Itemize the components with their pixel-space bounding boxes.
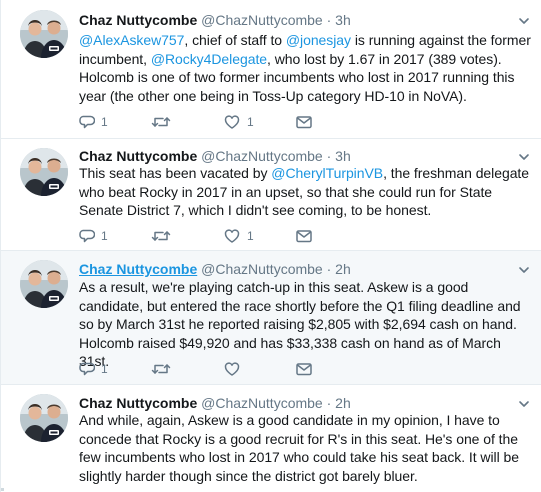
- chevron-down-icon[interactable]: [517, 263, 531, 277]
- tweet[interactable]: Chaz Nuttycombe @ChazNuttycombe · 3h @Al…: [1, 0, 541, 139]
- direct-message-button[interactable]: [295, 227, 313, 245]
- scroll-marker: [1, 488, 4, 491]
- tweet-text: @AlexAskew757, chief of staff to @jonesj…: [79, 31, 534, 105]
- chevron-down-icon[interactable]: [517, 397, 531, 411]
- timestamp[interactable]: 2h: [335, 261, 351, 277]
- retweet-button[interactable]: [151, 227, 177, 245]
- mention-link[interactable]: @Rocky4Delegate: [151, 51, 267, 67]
- tweet-header: Chaz Nuttycombe @ChazNuttycombe · 3h: [79, 147, 351, 165]
- tweet-header: Chaz Nuttycombe @ChazNuttycombe · 2h: [79, 394, 351, 412]
- heart-icon: [223, 114, 241, 130]
- author-handle[interactable]: @ChazNuttycombe: [201, 12, 323, 28]
- tweet-text: This seat has been vacated by @CherylTur…: [79, 164, 534, 220]
- separator-dot: ·: [326, 148, 332, 164]
- like-count: 1: [247, 229, 254, 243]
- avatar[interactable]: [20, 10, 68, 58]
- direct-message-button[interactable]: [295, 113, 313, 131]
- reply-count: 1: [101, 229, 108, 243]
- tweet-header: Chaz Nuttycombe @ChazNuttycombe · 2h: [79, 260, 351, 278]
- tweet[interactable]: Chaz Nuttycombe @ChazNuttycombe · 2h And…: [1, 385, 541, 492]
- reply-count: 1: [101, 362, 108, 376]
- author-name[interactable]: Chaz Nuttycombe: [79, 395, 197, 411]
- like-button[interactable]: 1: [223, 113, 254, 131]
- tweet-text-segment: , chief of staff to: [184, 32, 286, 48]
- chevron-down-icon[interactable]: [517, 150, 531, 164]
- timestamp[interactable]: 3h: [335, 148, 351, 164]
- like-button[interactable]: [223, 360, 247, 378]
- tweet-thread: Chaz Nuttycombe @ChazNuttycombe · 3h @Al…: [0, 0, 541, 492]
- chevron-down-icon[interactable]: [517, 14, 531, 28]
- envelope-icon: [295, 114, 313, 130]
- author-name[interactable]: Chaz Nuttycombe: [79, 261, 197, 277]
- tweet[interactable]: Chaz Nuttycombe @ChazNuttycombe · 3h Thi…: [1, 139, 541, 251]
- mention-link[interactable]: @CherylTurpinVB: [271, 165, 383, 181]
- direct-message-button[interactable]: [295, 360, 313, 378]
- author-handle[interactable]: @ChazNuttycombe: [201, 395, 323, 411]
- timestamp[interactable]: 2h: [335, 395, 351, 411]
- like-count: 1: [247, 115, 254, 129]
- timestamp[interactable]: 3h: [335, 12, 351, 28]
- reply-icon: [79, 114, 95, 130]
- tweet-text: And while, again, Askew is a good candid…: [79, 411, 534, 485]
- avatar[interactable]: [20, 148, 68, 196]
- retweet-icon: [151, 361, 171, 377]
- retweet-icon: [151, 228, 171, 244]
- reply-button[interactable]: 1: [79, 360, 108, 378]
- retweet-button[interactable]: [151, 360, 177, 378]
- tweet-header: Chaz Nuttycombe @ChazNuttycombe · 3h: [79, 11, 351, 29]
- heart-icon: [223, 361, 241, 377]
- mention-link[interactable]: @AlexAskew757: [79, 32, 184, 48]
- retweet-icon: [151, 114, 171, 130]
- author-name[interactable]: Chaz Nuttycombe: [79, 148, 197, 164]
- tweet-text-segment: As a result, we're playing catch-up in t…: [79, 279, 521, 370]
- tweet[interactable]: Chaz Nuttycombe @ChazNuttycombe · 2h As …: [1, 251, 541, 385]
- separator-dot: ·: [326, 261, 332, 277]
- separator-dot: ·: [326, 395, 332, 411]
- envelope-icon: [295, 228, 313, 244]
- reply-count: 1: [101, 115, 108, 129]
- envelope-icon: [295, 361, 313, 377]
- separator-dot: ·: [326, 12, 332, 28]
- retweet-button[interactable]: [151, 113, 177, 131]
- author-name[interactable]: Chaz Nuttycombe: [79, 12, 197, 28]
- author-handle[interactable]: @ChazNuttycombe: [201, 261, 323, 277]
- tweet-text-segment: This seat has been vacated by: [79, 165, 272, 181]
- reply-button[interactable]: 1: [79, 227, 108, 245]
- like-button[interactable]: 1: [223, 227, 254, 245]
- author-handle[interactable]: @ChazNuttycombe: [201, 148, 323, 164]
- avatar[interactable]: [20, 260, 68, 308]
- reply-icon: [79, 228, 95, 244]
- reply-icon: [79, 361, 95, 377]
- avatar[interactable]: [20, 394, 68, 442]
- reply-button[interactable]: 1: [79, 113, 108, 131]
- tweet-text: As a result, we're playing catch-up in t…: [79, 278, 534, 371]
- tweet-text-segment: And while, again, Askew is a good candid…: [79, 412, 519, 484]
- mention-link[interactable]: @jonesjay: [286, 32, 351, 48]
- heart-icon: [223, 228, 241, 244]
